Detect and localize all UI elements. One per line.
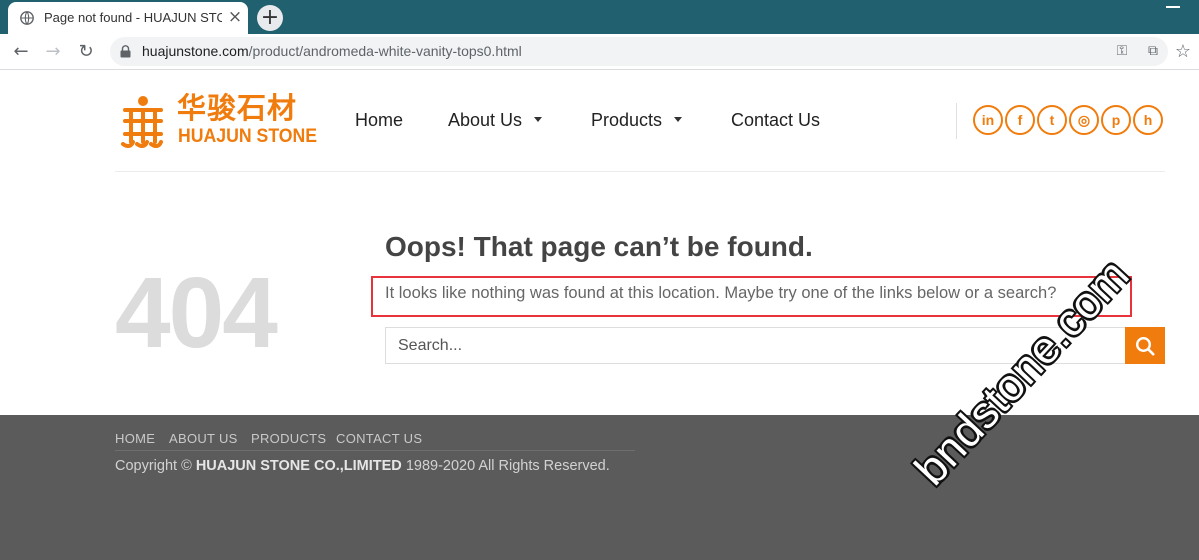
footer-link-about-us[interactable]: ABOUT US: [169, 431, 238, 446]
header-divider: [115, 171, 1165, 172]
tab-close-icon[interactable]: ×: [226, 8, 244, 26]
nav-item-home[interactable]: Home: [355, 110, 403, 131]
error-code: 404: [115, 257, 278, 369]
nav-item-about-us[interactable]: About Us: [448, 110, 543, 131]
search-button[interactable]: [1125, 327, 1165, 364]
footer-link-contact-us[interactable]: CONTACT US: [336, 431, 422, 446]
footer-link-home[interactable]: HOME: [115, 431, 155, 446]
caret-down-icon: [534, 116, 543, 122]
translate-icon[interactable]: ⧉: [1144, 42, 1162, 60]
url-text: huajunstone.com/product/andromeda-white-…: [142, 43, 522, 59]
globe-icon: [20, 11, 34, 25]
facebook-icon[interactable]: f: [1005, 105, 1035, 135]
bookmark-star-icon[interactable]: ☆: [1172, 41, 1194, 63]
logo-english-name: HUAJUN STONE: [178, 126, 318, 147]
address-bar[interactable]: huajunstone.com/product/andromeda-white-…: [110, 37, 1168, 66]
caret-down-icon: [674, 116, 683, 122]
social-divider: [956, 103, 957, 139]
linkedin-icon[interactable]: in: [973, 105, 1003, 135]
reload-icon[interactable]: ↻: [75, 41, 97, 63]
tab-title: Page not found - HUAJUN STONE CO.,LIMITE…: [44, 10, 222, 25]
forward-arrow-icon[interactable]: →: [42, 41, 64, 63]
twitter-icon[interactable]: t: [1037, 105, 1067, 135]
browser-tab[interactable]: Page not found - HUAJUN STONE CO.,LIMITE…: [8, 2, 248, 34]
highlight-annotation-box: [371, 276, 1132, 317]
logo-chinese-name: 华骏石材: [177, 91, 298, 125]
footer-divider: [115, 450, 635, 451]
site-logo[interactable]: 华骏石材 HUAJUN STONE: [117, 92, 317, 150]
site-footer: HOME ABOUT US PRODUCTS CONTACT US Copyri…: [0, 415, 1199, 560]
nav-item-contact-us[interactable]: Contact Us: [731, 110, 820, 131]
company-name: HUAJUN STONE CO.,LIMITED: [195, 458, 402, 474]
footer-link-products[interactable]: PRODUCTS: [251, 431, 326, 446]
back-arrow-icon[interactable]: ←: [10, 41, 32, 63]
instagram-icon[interactable]: ◎: [1069, 105, 1099, 135]
houzz-icon[interactable]: h: [1133, 105, 1163, 135]
search-icon: [1135, 336, 1155, 355]
browser-toolbar: ← → ↻ huajunstone.com/product/andromeda-…: [0, 34, 1199, 70]
browser-tab-bar: Page not found - HUAJUN STONE CO.,LIMITE…: [0, 0, 1199, 34]
key-icon[interactable]: ⚿: [1113, 42, 1131, 60]
logo-mark-icon: [121, 96, 163, 148]
copyright-text: Copyright © HUAJUN STONE CO.,LIMITED 198…: [115, 458, 610, 474]
nav-item-products[interactable]: Products: [591, 110, 683, 131]
new-tab-button[interactable]: +: [257, 5, 283, 31]
pinterest-icon[interactable]: p: [1101, 105, 1131, 135]
lock-icon: [120, 45, 131, 58]
error-title: Oops! That page can’t be found.: [385, 231, 813, 262]
minimize-window-icon[interactable]: [1166, 6, 1180, 8]
